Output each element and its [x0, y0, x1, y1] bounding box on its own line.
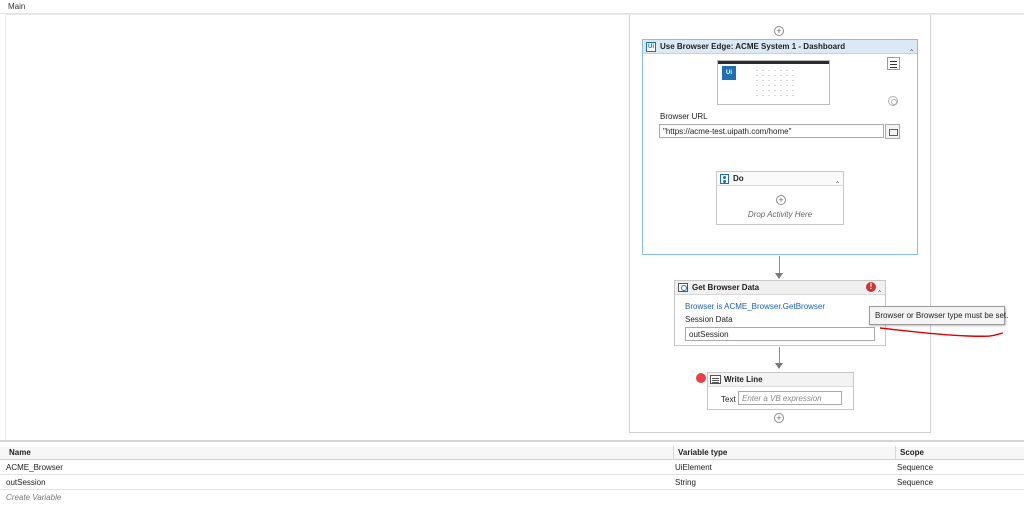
validation-tooltip: Browser or Browser type must be set.: [869, 306, 1008, 325]
breakpoint-icon[interactable]: [696, 373, 706, 383]
column-separator: [895, 446, 896, 460]
variable-name[interactable]: ACME_Browser: [6, 463, 63, 472]
browser-data-icon: [678, 283, 688, 292]
column-separator: [673, 446, 674, 460]
thumbnail-logo: Ui: [722, 66, 736, 80]
variable-scope[interactable]: Sequence: [897, 463, 933, 472]
url-picker-button[interactable]: [885, 124, 900, 139]
variable-type[interactable]: String: [675, 478, 696, 487]
browser-link[interactable]: Browser is ACME_Browser.GetBrowser: [685, 302, 825, 311]
create-variable-link[interactable]: Create Variable: [6, 493, 61, 502]
column-type-header[interactable]: Variable type: [678, 448, 727, 457]
add-activity-top-icon[interactable]: +: [774, 26, 784, 36]
uipath-logo-icon: Ui: [646, 42, 656, 52]
browser-url-input[interactable]: "https://acme-test.uipath.com/home": [659, 124, 884, 138]
variables-header-row: Name Variable type Scope: [0, 446, 1024, 460]
do-title: Do: [733, 174, 744, 183]
designer-tab-title[interactable]: Main: [8, 2, 25, 11]
variables-panel: Name Variable type Scope ACME_Browser Ui…: [0, 440, 1024, 505]
table-row[interactable]: ACME_Browser UiElement Sequence: [0, 461, 1024, 475]
connector-line: [779, 256, 780, 274]
do-header[interactable]: Do ‸: [717, 172, 843, 186]
text-expression-input[interactable]: Enter a VB expression: [738, 391, 842, 405]
text-label: Text: [721, 395, 736, 404]
variable-name[interactable]: outSession: [6, 478, 46, 487]
get-browser-data-title: Get Browser Data: [692, 283, 760, 292]
do-sequence[interactable]: Do ‸ + Drop Activity Here: [716, 171, 844, 225]
thumbnail-content: [754, 68, 794, 98]
hamburger-menu-icon[interactable]: [887, 57, 900, 70]
browser-screenshot-thumbnail[interactable]: Ui: [717, 60, 830, 105]
column-name-header[interactable]: Name: [9, 448, 31, 457]
connector-arrow-2: [775, 363, 783, 369]
use-browser-title: Use Browser Edge: ACME System 1 - Dashbo…: [660, 42, 846, 51]
write-line-icon: [710, 375, 721, 384]
red-underline-annotation: [879, 327, 1004, 337]
error-icon[interactable]: !: [866, 282, 876, 292]
connector-line-2: [779, 347, 780, 364]
table-row[interactable]: outSession String Sequence: [0, 476, 1024, 490]
variable-type[interactable]: UiElement: [675, 463, 712, 472]
do-collapse-icon[interactable]: ‸: [836, 173, 839, 183]
add-activity-do-icon[interactable]: +: [776, 195, 786, 205]
session-data-input[interactable]: outSession: [685, 327, 875, 341]
write-line-header[interactable]: Write Line: [708, 373, 853, 387]
write-line-activity[interactable]: Write Line Text Enter a VB expression: [707, 372, 854, 410]
canvas-left-edge: [5, 15, 6, 440]
add-activity-bottom-icon[interactable]: +: [774, 413, 784, 423]
use-browser-header[interactable]: Ui Use Browser Edge: ACME System 1 - Das…: [643, 40, 917, 54]
get-browser-data-header[interactable]: Get Browser Data ‸: [675, 281, 885, 295]
connector-arrow: [775, 273, 783, 279]
variable-scope[interactable]: Sequence: [897, 478, 933, 487]
create-variable-row[interactable]: Create Variable: [0, 491, 1024, 505]
write-line-title: Write Line: [724, 375, 763, 384]
browser-url-label: Browser URL: [660, 112, 708, 121]
session-data-label: Session Data: [685, 315, 733, 324]
gbd-collapse-icon[interactable]: ‸: [878, 282, 881, 292]
designer-tab-bar: Main: [0, 0, 1024, 14]
column-scope-header[interactable]: Scope: [900, 448, 924, 457]
target-indicate-icon[interactable]: [888, 96, 898, 106]
drop-activity-hint: Drop Activity Here: [747, 210, 813, 219]
thumbnail-titlebar: [718, 61, 829, 64]
collapse-icon[interactable]: ‸: [910, 41, 913, 51]
sequence-icon: [720, 174, 729, 184]
